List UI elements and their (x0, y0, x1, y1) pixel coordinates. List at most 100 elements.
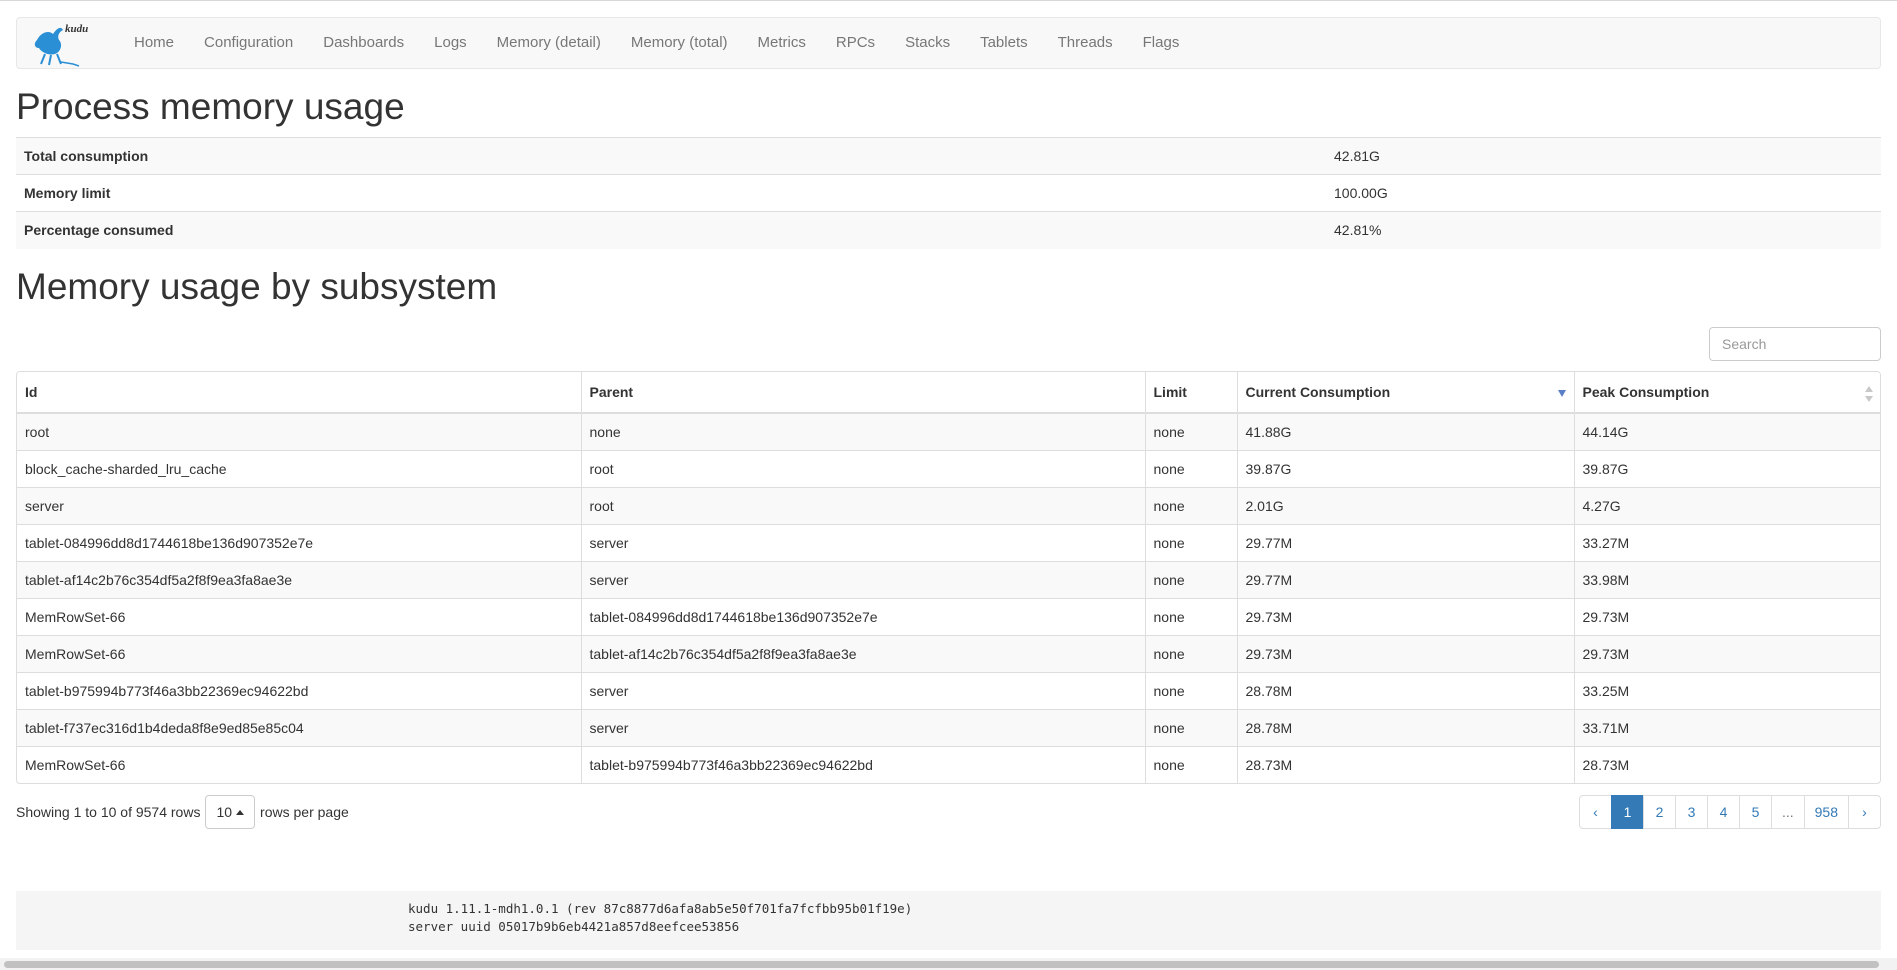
table-row: block_cache-sharded_lru_cache root none 39.… (17, 449, 1880, 487)
showing-rows-text: Showing 1 to 10 of 9574 rows (16, 804, 201, 820)
nav-threads[interactable]: Threads (1043, 18, 1128, 68)
nav-memory-total[interactable]: Memory (total) (616, 18, 743, 68)
summary-label: Total consumption (16, 137, 1326, 175)
column-header-current-consumption[interactable]: Current Consumption (1237, 372, 1575, 414)
cell-peak-consumption: 29.73M (1574, 634, 1880, 672)
cell-limit: none (1145, 634, 1238, 672)
scrollbar-thumb[interactable] (4, 961, 1879, 968)
cell-limit: none (1145, 671, 1238, 709)
cell-id: tablet-f737ec316d1b4deda8f8e9ed85e85c04 (17, 708, 582, 746)
column-header-label: Peak Consumption (1582, 384, 1710, 400)
cell-parent: server (581, 708, 1146, 746)
cell-limit: none (1145, 412, 1238, 450)
nav-rpcs[interactable]: RPCs (821, 18, 890, 68)
cell-current-consumption: 29.73M (1237, 634, 1575, 672)
version-text: kudu 1.11.1-mdh1.0.1 (rev 87c8877d6afa8a… (408, 901, 913, 916)
cell-current-consumption: 28.78M (1237, 708, 1575, 746)
subsystem-table: Id Parent Limit Current Consumption Peak… (17, 372, 1880, 783)
table-pagination-info: Showing 1 to 10 of 9574 rows 10 rows per… (16, 795, 349, 829)
navbar: kudu Home Configuration Dashboards Logs … (16, 17, 1881, 69)
column-header-parent[interactable]: Parent (581, 372, 1146, 414)
cell-id: server (17, 486, 582, 524)
prev-page-button[interactable]: ‹ (1578, 795, 1612, 829)
page-958-button[interactable]: 958 (1803, 795, 1849, 829)
cell-limit: none (1145, 523, 1238, 561)
top-border (0, 0, 1897, 1)
table-row: server root none 2.01G 4.27G (17, 486, 1880, 524)
cell-limit: none (1145, 597, 1238, 635)
page-size-value: 10 (216, 804, 233, 820)
column-header-peak-consumption[interactable]: Peak Consumption (1574, 372, 1880, 414)
rows-per-page-text: rows per page (260, 804, 349, 820)
nav-home[interactable]: Home (119, 18, 189, 68)
cell-id: root (17, 412, 582, 450)
version-footer: kudu 1.11.1-mdh1.0.1 (rev 87c8877d6afa8a… (16, 891, 1881, 950)
cell-parent: root (581, 486, 1146, 524)
cell-limit: none (1145, 486, 1238, 524)
cell-current-consumption: 28.78M (1237, 671, 1575, 709)
page-size-dropdown[interactable]: 10 (205, 795, 256, 829)
page-ellipsis: ... (1770, 795, 1805, 829)
next-page-button[interactable]: › (1848, 795, 1881, 829)
cell-id: tablet-af14c2b76c354df5a2f8f9ea3fa8ae3e (17, 560, 582, 598)
cell-peak-consumption: 28.73M (1574, 745, 1880, 783)
column-header-label: Limit (1153, 384, 1187, 400)
cell-parent: root (581, 449, 1146, 487)
column-header-id[interactable]: Id (17, 372, 582, 414)
column-header-label: Current Consumption (1245, 384, 1391, 400)
pagination: ‹ 1 2 3 4 5... 958 › (1578, 795, 1881, 829)
table-row: MemRowSet-66 tablet-b975994b773f46a3bb223… (17, 745, 1880, 783)
nav-logs[interactable]: Logs (419, 18, 482, 68)
cell-parent: server (581, 560, 1146, 598)
cell-parent: tablet-b975994b773f46a3bb22369ec94622bd (581, 745, 1146, 783)
table-row: tablet-f737ec316d1b4deda8f8e9ed85e85c04 s… (17, 708, 1880, 746)
nav-stacks[interactable]: Stacks (890, 18, 965, 68)
nav-dashboards[interactable]: Dashboards (308, 18, 419, 68)
subsystem-title: Memory usage by subsystem (16, 266, 498, 307)
cell-id: tablet-084996dd8d1744618be136d907352e7e (17, 523, 582, 561)
page-5-button[interactable]: 5 (1738, 795, 1772, 829)
cell-current-consumption: 39.87G (1237, 449, 1575, 487)
page-4-button[interactable]: 4 (1706, 795, 1740, 829)
nav-configuration[interactable]: Configuration (189, 18, 308, 68)
process-memory-table: Total consumption 42.81G Memory limit 10… (16, 137, 1881, 249)
cell-peak-consumption: 44.14G (1574, 412, 1880, 450)
nav-flags[interactable]: Flags (1128, 18, 1195, 68)
process-memory-title: Process memory usage (16, 86, 405, 127)
subsystem-table-wrapper: Id Parent Limit Current Consumption Peak… (16, 371, 1881, 784)
search-input[interactable] (1709, 327, 1881, 361)
cell-parent: server (581, 523, 1146, 561)
cell-limit: none (1145, 708, 1238, 746)
table-row: tablet-084996dd8d1744618be136d907352e7e s… (17, 523, 1880, 561)
svg-text:kudu: kudu (65, 23, 88, 35)
summary-value: 100.00G (1326, 174, 1881, 212)
cell-id: MemRowSet-66 (17, 597, 582, 635)
kudu-logo[interactable]: kudu (31, 18, 103, 68)
page-3-button[interactable]: 3 (1674, 795, 1708, 829)
page-1-button[interactable]: 1 (1610, 795, 1644, 829)
sort-descending-icon (1557, 390, 1566, 397)
table-row: MemRowSet-66 tablet-084996dd8d1744618be13… (17, 597, 1880, 635)
column-header-label: Id (25, 384, 38, 400)
horizontal-scrollbar[interactable] (0, 958, 1897, 970)
cell-peak-consumption: 29.73M (1574, 597, 1880, 635)
cell-current-consumption: 41.88G (1237, 412, 1575, 450)
cell-peak-consumption: 33.71M (1574, 708, 1880, 746)
cell-parent: tablet-084996dd8d1744618be136d907352e7e (581, 597, 1146, 635)
summary-value: 42.81% (1326, 211, 1881, 249)
page-2-button[interactable]: 2 (1642, 795, 1676, 829)
table-row: root none none 41.88G 44.14G (17, 412, 1880, 450)
cell-parent: tablet-af14c2b76c354df5a2f8f9ea3fa8ae3e (581, 634, 1146, 672)
nav-memory-detail[interactable]: Memory (detail) (482, 18, 616, 68)
nav-metrics[interactable]: Metrics (743, 18, 821, 68)
nav-tablets[interactable]: Tablets (965, 18, 1043, 68)
summary-row: Percentage consumed 42.81% (16, 211, 1881, 249)
cell-current-consumption: 2.01G (1237, 486, 1575, 524)
column-header-limit[interactable]: Limit (1145, 372, 1238, 414)
cell-current-consumption: 29.73M (1237, 597, 1575, 635)
summary-row: Total consumption 42.81G (16, 137, 1881, 175)
cell-current-consumption: 28.73M (1237, 745, 1575, 783)
cell-peak-consumption: 33.25M (1574, 671, 1880, 709)
cell-peak-consumption: 33.27M (1574, 523, 1880, 561)
cell-id: MemRowSet-66 (17, 634, 582, 672)
